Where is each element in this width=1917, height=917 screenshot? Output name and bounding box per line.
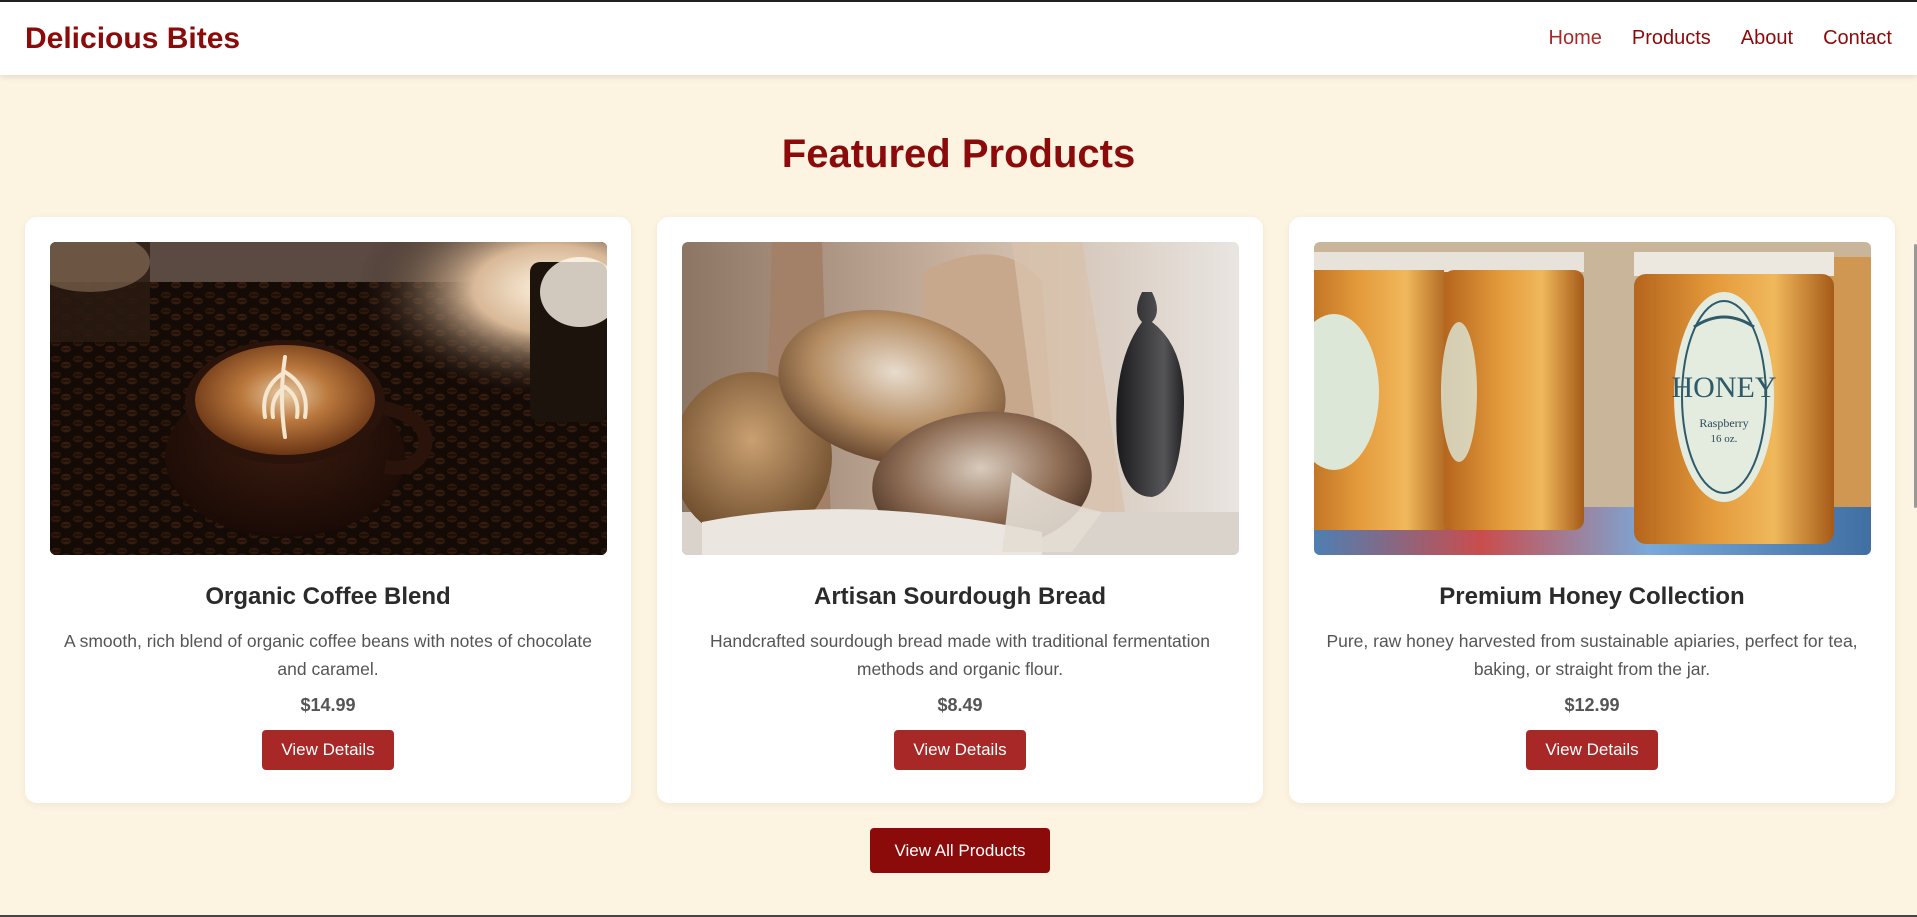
coffee-latte-photo — [49, 242, 607, 555]
honey-label-size: 16 oz. — [1710, 433, 1737, 445]
nav-home-link[interactable]: Home — [1549, 27, 1602, 50]
view-details-button[interactable]: View Details — [1526, 730, 1658, 770]
brand-logo[interactable]: Delicious Bites — [25, 22, 240, 56]
product-card-bread: Artisan Sourdough Bread Handcrafted sour… — [657, 217, 1263, 803]
product-price: $12.99 — [1564, 695, 1620, 715]
product-title: Organic Coffee Blend — [205, 583, 451, 610]
honey-label-text: HONEY — [1671, 371, 1776, 404]
honey-jars-image[interactable]: HONEY Raspberry 16 oz. — [1313, 242, 1871, 555]
nav-products-link[interactable]: Products — [1632, 27, 1711, 50]
sourdough-bread-photo — [681, 242, 1239, 555]
product-description: Pure, raw honey harvested from sustainab… — [1326, 631, 1858, 679]
view-details-button[interactable]: View Details — [262, 730, 394, 770]
nav-about-link[interactable]: About — [1741, 27, 1793, 50]
product-description: Handcrafted sourdough bread made with tr… — [709, 631, 1211, 679]
product-card-coffee: Organic Coffee Blend A smooth, rich blen… — [25, 217, 631, 803]
view-all-products-button[interactable]: View All Products — [870, 828, 1050, 873]
product-price: $8.49 — [937, 695, 983, 715]
honey-jars-photo: HONEY Raspberry 16 oz. — [1313, 242, 1871, 555]
site-header: Delicious Bites Home Products About Cont… — [0, 2, 1917, 75]
product-title: Premium Honey Collection — [1439, 583, 1745, 610]
main-nav: Home Products About Contact — [1549, 27, 1893, 50]
honey-label-flavor: Raspberry — [1699, 416, 1748, 430]
nav-contact-link[interactable]: Contact — [1823, 27, 1892, 50]
product-card-honey: HONEY Raspberry 16 oz. Premium Honey Col… — [1289, 217, 1895, 803]
sourdough-bread-image[interactable] — [681, 242, 1239, 555]
coffee-latte-image[interactable] — [49, 242, 607, 555]
product-description: A smooth, rich blend of organic coffee b… — [64, 631, 592, 679]
product-grid: Organic Coffee Blend A smooth, rich blen… — [25, 217, 1895, 803]
section-title: Featured Products — [781, 132, 1136, 176]
product-title: Artisan Sourdough Bread — [813, 583, 1107, 610]
product-price: $14.99 — [300, 695, 356, 715]
view-details-button[interactable]: View Details — [894, 730, 1026, 770]
